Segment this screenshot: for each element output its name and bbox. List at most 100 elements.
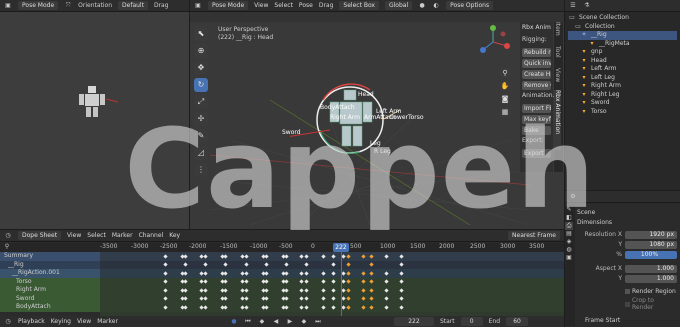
tab-rbx-animation[interactable]: Rbx Animation (554, 90, 561, 150)
channel-action[interactable]: __RigAction.001 (0, 269, 100, 278)
rig-with-rotate-gizmo[interactable] (290, 70, 450, 190)
outliner-item-left-leg[interactable]: ▾ Left Leg (568, 74, 677, 83)
scale-tool-icon[interactable]: ⤢ (194, 95, 208, 109)
channel-right-arm[interactable]: Right Arm (0, 286, 100, 295)
shading-material-icon[interactable]: ◐ (432, 2, 440, 10)
scene-collection-row[interactable]: ▭ Scene Collection (568, 14, 677, 23)
tab-item[interactable]: Item (554, 22, 561, 46)
editor-type-icon[interactable]: ▣ (194, 2, 202, 10)
mode-dropdown[interactable]: Pose Mode (208, 1, 249, 10)
outliner-item-rig[interactable]: ✶ __Rig (568, 31, 677, 40)
snap-dropdown[interactable]: Nearest Frame (508, 231, 560, 240)
outliner-item-right-arm[interactable]: ▾ Right Arm (568, 82, 677, 91)
menu-view[interactable]: View (254, 2, 268, 9)
outliner-item-left-arm[interactable]: ▾ Left Arm (568, 65, 677, 74)
editor-type-icon[interactable]: ◷ (4, 232, 12, 240)
outliner-item-right-leg[interactable]: ▾ Right Leg (568, 91, 677, 100)
menu-channel[interactable]: Channel (139, 232, 164, 239)
annotate-tool-icon[interactable]: ✎ (194, 129, 208, 143)
playhead-frame-indicator[interactable]: 222 (333, 243, 349, 252)
channel-rig[interactable]: __Rig (0, 260, 100, 269)
transform-tool-icon[interactable]: ✢ (194, 112, 208, 126)
tab-view[interactable]: View (554, 68, 561, 90)
select-box-dropdown[interactable]: Select Box (339, 1, 379, 10)
play-icon[interactable]: ▶ (286, 318, 294, 326)
channel-torso[interactable]: Torso (0, 277, 100, 286)
shading-solid-icon[interactable]: ● (418, 2, 426, 10)
render-region-checkbox[interactable]: Render Region (577, 288, 677, 295)
pan-hand-icon[interactable]: ✋ (500, 81, 510, 91)
world-tab-icon[interactable]: ◍ (565, 246, 573, 254)
outliner-item-rigmeta[interactable]: ▾ __RigMeta (568, 40, 677, 49)
playback-menu[interactable]: Playback (18, 318, 45, 325)
next-key-icon[interactable]: ◆ (300, 318, 308, 326)
scene-tab-icon[interactable]: ◈ (565, 238, 573, 246)
filter-icon[interactable]: ⚗ (583, 2, 591, 10)
jump-end-icon[interactable]: ⏭ (314, 318, 322, 326)
frame-ruler[interactable]: ⚲ -3500 -3000 -2500 -2000 -1500 -1000 -500 0 500… (0, 243, 564, 252)
current-frame-field[interactable]: 222 (393, 317, 434, 326)
navigation-gizmo[interactable] (475, 24, 511, 60)
menu-marker[interactable]: Marker (97, 318, 118, 325)
outliner-item-torso[interactable]: ▾ Torso (568, 108, 677, 117)
editor-type-icon[interactable]: ▣ (4, 2, 12, 10)
menu-view[interactable]: View (77, 318, 91, 325)
menu-key[interactable]: Key (169, 232, 180, 239)
mode-dropdown[interactable]: Pose Mode (18, 1, 59, 10)
create-button[interactable]: Create H... (522, 70, 551, 79)
play-reverse-icon[interactable]: ◀ (272, 318, 280, 326)
resolution-y-field[interactable]: 1080 px (625, 241, 677, 249)
export-button[interactable]: Export (522, 149, 551, 158)
view-layer-tab-icon[interactable]: ▤ (565, 230, 573, 238)
tab-tool[interactable]: Tool (554, 46, 561, 68)
orientation-dropdown[interactable]: Default (118, 1, 148, 10)
render-tab-icon[interactable]: ◧ (565, 214, 573, 222)
end-frame-field[interactable]: 60 (506, 317, 529, 326)
channel-summary[interactable]: Summary (0, 252, 100, 261)
move-tool-icon[interactable]: ✥ (194, 61, 208, 75)
object-tab-icon[interactable]: ▣ (565, 254, 573, 262)
transform-orientation-dropdown[interactable]: Global (384, 1, 413, 10)
menu-pose[interactable]: Pose (299, 2, 313, 9)
quick-inventory-button[interactable]: Quick inv... (522, 59, 551, 68)
main-3d-viewport[interactable]: ▣ Pose Mode View Select Pose Drag Select… (190, 0, 564, 229)
menu-view[interactable]: View (67, 232, 81, 239)
import-fbx-button[interactable]: Import FBX (522, 104, 551, 113)
output-tab-icon[interactable]: ⎙ (565, 222, 573, 230)
max-keyframes-field[interactable]: Max keyf... (522, 115, 551, 124)
grid-view-icon[interactable]: ▦ (500, 107, 510, 117)
aspect-y-field[interactable]: 1.000 (625, 275, 677, 283)
outliner-item-gnp[interactable]: ▾ gnp (568, 48, 677, 57)
menu-marker[interactable]: Marker (112, 232, 133, 239)
keyframe-area[interactable] (100, 252, 564, 317)
tweak-tool-icon[interactable]: ⬉ (194, 27, 208, 41)
left-3d-viewport[interactable]: ▣ Pose Mode ⤧ Orientation Default Drag (0, 0, 189, 229)
camera-icon[interactable]: ◙ (500, 94, 510, 104)
outliner-item-sword[interactable]: ▾ Sword (568, 99, 677, 108)
crop-render-checkbox[interactable]: Crop to Render (577, 297, 677, 311)
rotate-tool-icon[interactable]: ↻ (194, 78, 208, 92)
properties-type-icon[interactable]: ⚙ (569, 193, 577, 201)
dimensions-panel-header[interactable]: Dimensions (577, 219, 677, 231)
start-frame-field[interactable]: 0 (460, 317, 483, 326)
channel-bodyattach[interactable]: BodyAttach (0, 303, 100, 312)
pose-options-dropdown[interactable]: Pose Options (446, 1, 494, 10)
aspect-x-field[interactable]: 1.000 (625, 265, 677, 273)
pose-tool-icon[interactable]: ⋮ (194, 163, 208, 177)
bake-button[interactable]: Bake (522, 126, 551, 135)
keying-menu[interactable]: Keying (51, 318, 71, 325)
tool-tab-icon[interactable]: ✎ (565, 206, 573, 214)
timeline-type-icon[interactable]: ◷ (4, 318, 12, 326)
outliner-type-icon[interactable]: ☰ (569, 2, 577, 10)
prev-key-icon[interactable]: ◆ (258, 318, 266, 326)
jump-start-icon[interactable]: ⏮ (244, 318, 252, 326)
search-icon[interactable]: ⚲ (3, 243, 11, 251)
zoom-icon[interactable]: ⚲ (500, 68, 510, 78)
collection-row[interactable]: ▭ Collection (568, 23, 677, 32)
remove-button[interactable]: Remove C... (522, 81, 551, 90)
dope-sheet-mode-dropdown[interactable]: Dope Sheet (18, 231, 62, 240)
rebuild-rig-button[interactable]: Rebuild rig (522, 48, 551, 57)
resolution-x-field[interactable]: 1920 px (625, 231, 677, 239)
resolution-percent-slider[interactable]: 100% (625, 251, 677, 259)
menu-select[interactable]: Select (87, 232, 106, 239)
